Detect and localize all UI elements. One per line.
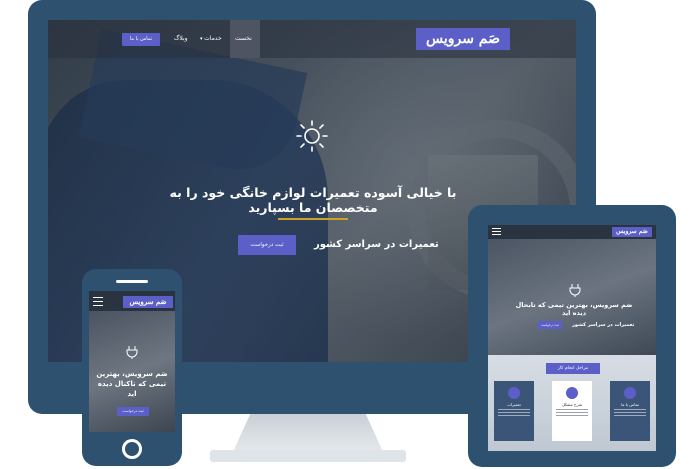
step-card-description: شرح مشکل — [552, 381, 592, 441]
nav-item-blog[interactable]: وبلاگ — [174, 35, 188, 42]
phone-device: صَم سرویس، بهترین تیمی که تاکنال دیده ای… — [82, 269, 182, 466]
request-button[interactable]: ثبت درخواست — [238, 235, 296, 255]
desktop-navbar: صَم سرویس نخست ▾ خدمات وبلاگ تماس با ما — [48, 20, 576, 58]
hamburger-menu-icon[interactable] — [492, 228, 501, 236]
phone-request-button[interactable]: ثبت درخواست — [117, 407, 149, 416]
step-card-label: شرح مشکل — [561, 402, 583, 407]
hero-title: با خیالی آسوده تعمیرات لوازم خانگی خود ر… — [169, 185, 457, 215]
tablet-screen: صَم سرویس، بهترین تیمی که تابحال دیده ای… — [488, 225, 656, 451]
phone-icon — [624, 387, 636, 399]
step-card-contact: تماس با ما — [610, 381, 650, 441]
tablet-hero-subtitle: تعمیرات در سراسر کشور — [572, 322, 635, 328]
steps-title: مراحل انجام کار — [546, 363, 600, 374]
clipboard-icon — [566, 387, 578, 399]
tools-icon — [508, 387, 520, 399]
step-card-repair: تعمیرات — [494, 381, 534, 441]
plug-icon — [569, 284, 581, 297]
tablet-hero-title: صَم سرویس، بهترین تیمی که تابحال دیده ای… — [515, 301, 633, 317]
plug-icon — [126, 346, 138, 359]
hero-subtitle: تعمیرات در سراسر کشور — [314, 239, 439, 250]
nav-item-home[interactable]: نخست — [235, 35, 252, 42]
tablet-navbar: صَم سرویس — [488, 225, 656, 239]
phone-site-logo[interactable]: صَم سرویس — [123, 296, 173, 308]
sun-icon — [296, 120, 328, 152]
hero-divider — [278, 218, 348, 220]
phone-hero-title: صَم سرویس، بهترین تیمی که تاکنال دیده ای… — [96, 370, 168, 398]
step-card-label: تماس با ما — [621, 402, 639, 407]
contact-button[interactable]: تماس با ما — [122, 33, 160, 46]
tablet-request-button[interactable]: ثبت درخواست — [538, 321, 562, 329]
tablet-steps-section: مراحل انجام کار تماس با ما شرح مشکل تعمی… — [488, 355, 656, 451]
tablet-hero: صَم سرویس، بهترین تیمی که تابحال دیده ای… — [488, 239, 656, 355]
phone-hero: صَم سرویس، بهترین تیمی که تاکنال دیده ای… — [89, 311, 175, 432]
monitor-stand — [232, 414, 384, 454]
nav-item-services[interactable]: ▾ خدمات — [200, 35, 222, 42]
hamburger-menu-icon[interactable] — [93, 297, 103, 306]
monitor-base — [210, 450, 406, 462]
tablet-device: صَم سرویس، بهترین تیمی که تابحال دیده ای… — [468, 205, 676, 467]
home-button[interactable] — [122, 439, 142, 459]
step-card-label: تعمیرات — [507, 402, 521, 407]
nav-item-services-label: خدمات — [204, 35, 222, 42]
tablet-site-logo[interactable]: صَم سرویس — [612, 227, 652, 237]
phone-screen: صَم سرویس، بهترین تیمی که تاکنال دیده ای… — [89, 291, 175, 432]
site-logo[interactable]: صَم سرویس — [416, 28, 510, 50]
phone-navbar: صَم سرویس — [89, 291, 175, 311]
phone-speaker — [116, 280, 148, 283]
